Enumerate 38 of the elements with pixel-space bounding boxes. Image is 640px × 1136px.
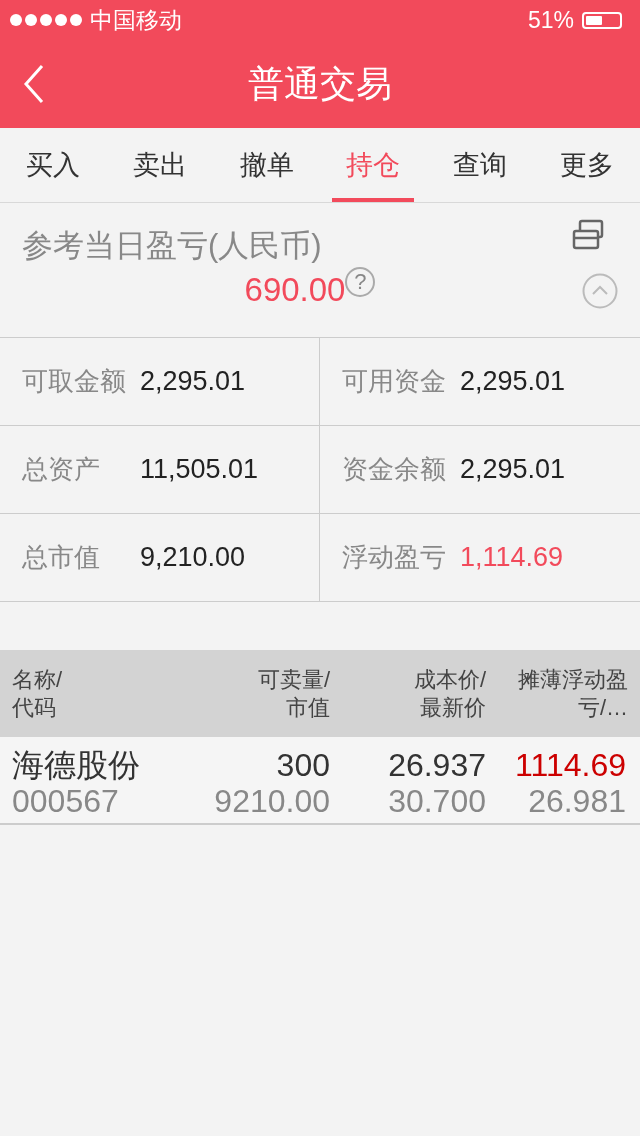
page-title: 普通交易 — [248, 61, 392, 106]
daily-profit-value: 690.00 — [244, 271, 346, 309]
tab[interactable]: 买入 — [12, 128, 94, 202]
tab[interactable]: 更多 — [546, 128, 628, 202]
fund-label: 浮动盈亏 — [342, 541, 447, 574]
fund-label: 可取金额 — [22, 365, 127, 398]
fund-value: 2,295.01 — [460, 454, 566, 485]
fund-label: 总市值 — [22, 541, 101, 574]
table-cell: 26.981 — [528, 783, 626, 819]
card-stack-icon[interactable] — [572, 219, 606, 251]
battery-icon — [582, 11, 622, 29]
fund-label: 总资产 — [22, 453, 101, 486]
table-cell: 000567 — [12, 783, 119, 819]
back-button[interactable] — [22, 64, 46, 104]
fund-value: 2,295.01 — [460, 366, 566, 397]
fund-value: 9,210.00 — [140, 542, 246, 573]
table-cell: 30.700 — [388, 783, 486, 819]
signal-icon — [10, 14, 82, 26]
table-cell: 9210.00 — [214, 783, 330, 819]
column-header: 成本价/ 最新价 — [412, 665, 486, 722]
fund-value: 1,114.69 — [460, 542, 564, 573]
fund-label: 可用资金 — [342, 365, 447, 398]
fund-value: 2,295.01 — [140, 366, 246, 397]
table-cell: 1114.69 — [515, 747, 626, 783]
table-cell: 300 — [276, 747, 330, 783]
fund-value: 11,505.01 — [140, 454, 259, 485]
tab[interactable]: 查询 — [439, 128, 522, 202]
table-cell: 26.937 — [388, 747, 486, 783]
tab[interactable]: 撤单 — [225, 128, 308, 202]
fund-label: 资金余额 — [342, 453, 447, 486]
column-header: 可卖量/ 市值 — [256, 665, 330, 722]
table-cell: 海德股份 — [12, 747, 140, 783]
carrier-name: 中国移动 — [90, 5, 182, 35]
summary-label: 参考当日盈亏(人民币) — [22, 227, 322, 265]
column-header: 摊薄浮动盈 亏/… — [517, 665, 628, 722]
column-header: 名称/ 代码 — [12, 665, 64, 722]
battery-percent: 51% — [527, 6, 574, 34]
tab[interactable]: 卖出 — [118, 128, 201, 202]
